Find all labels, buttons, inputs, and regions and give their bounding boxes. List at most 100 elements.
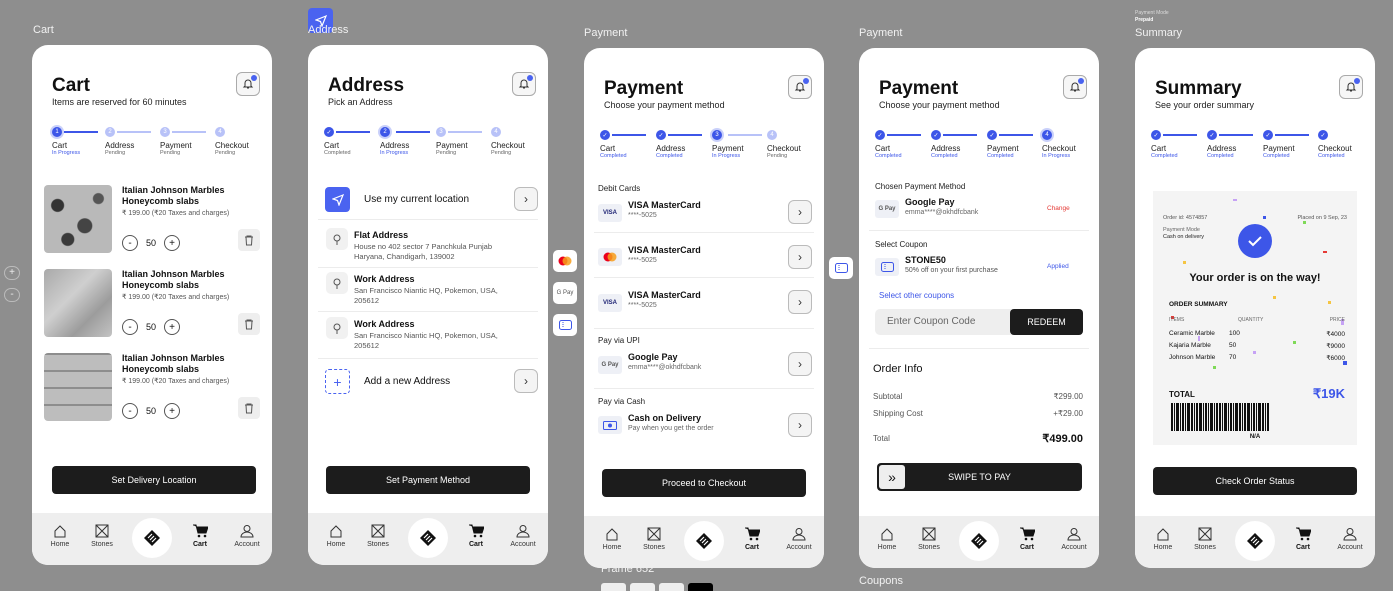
nav-account[interactable]: Account (1330, 526, 1370, 551)
card-option[interactable]: VISA MasterCard ****-5025 › (598, 245, 812, 271)
upi-option[interactable]: G Pay Google Pay emma****@okhdfcbank › (598, 352, 812, 378)
nav-home[interactable]: Home (592, 526, 632, 551)
swipe-to-pay-slider[interactable]: » SWIPE TO PAY (877, 463, 1082, 491)
method-id: emma****@okhdfcbank (905, 209, 979, 216)
notification-button[interactable] (788, 75, 812, 99)
nav-account[interactable]: Account (503, 523, 543, 548)
divider (594, 388, 814, 389)
address-item[interactable]: Work Address San Francisco Niantic HQ, P… (318, 272, 538, 308)
nav-center-logo[interactable] (684, 521, 724, 561)
bottom-nav: Home Stones Cart Account (1135, 516, 1375, 568)
chevron-right-icon[interactable]: › (788, 245, 812, 269)
step-checkout-status: In Progress (1042, 153, 1071, 159)
increase-qty-button[interactable]: + (164, 403, 181, 419)
nav-stones[interactable]: Stones (1185, 526, 1225, 551)
nav-cart[interactable]: Cart (456, 523, 496, 548)
step-connector (887, 134, 921, 136)
address-item[interactable]: Work Address San Francisco Niantic HQ, P… (318, 317, 538, 353)
progress-stepper: ✓ Cart Completed ✓ Address Completed ✓ Paymen… (1135, 130, 1375, 170)
nav-account[interactable]: Account (779, 526, 819, 551)
zoom-out-button[interactable]: - (4, 288, 20, 302)
step-connector (1275, 134, 1309, 136)
select-other-coupons-link[interactable]: Select other coupons (879, 291, 954, 300)
chevron-right-icon[interactable]: › (514, 187, 538, 211)
notification-button[interactable] (1339, 75, 1363, 99)
step-address-status: Completed (1207, 153, 1234, 159)
add-address-row[interactable]: + Add a new Address › (318, 369, 538, 395)
change-method-link[interactable]: Change (1047, 205, 1070, 212)
decrease-qty-button[interactable]: - (122, 235, 138, 251)
mastercard-component[interactable] (553, 250, 577, 272)
gpay-component[interactable]: G Pay (553, 282, 577, 304)
nav-cart[interactable]: Cart (732, 526, 772, 551)
nav-home[interactable]: Home (40, 523, 80, 548)
step-address-label: Address (380, 141, 410, 150)
nav-center-logo[interactable] (1235, 521, 1275, 561)
brand-logo-icon (971, 533, 987, 549)
address-item[interactable]: Flat Address House no 402 sector 7 Panch… (318, 228, 538, 264)
nav-cart[interactable]: Cart (1283, 526, 1323, 551)
stones-icon (371, 524, 385, 538)
cart-item: Italian Johnson Marbles Honeycomb slabs … (44, 353, 260, 423)
nav-stones[interactable]: Stones (82, 523, 122, 548)
step-payment-status: Completed (1263, 153, 1290, 159)
decrease-qty-button[interactable]: - (122, 403, 138, 419)
decrease-qty-button[interactable]: - (122, 319, 138, 335)
increase-qty-button[interactable]: + (164, 319, 181, 335)
order-summary-title: ORDER SUMMARY (1169, 301, 1228, 308)
stones-icon (647, 527, 661, 541)
chevron-right-icon[interactable]: › (788, 413, 812, 437)
cash-option[interactable]: Cash on Delivery Pay when you get the or… (598, 413, 812, 439)
step-address-status: Completed (656, 153, 683, 159)
nav-center-logo[interactable] (408, 518, 448, 558)
coupon-code-input[interactable]: Enter Coupon Code REDEEM (875, 309, 1083, 335)
nav-home[interactable]: Home (1143, 526, 1183, 551)
nav-center-logo[interactable] (959, 521, 999, 561)
step-checkout-label: Checkout (767, 144, 801, 153)
notification-button[interactable] (236, 72, 260, 96)
nav-stones[interactable]: Stones (358, 523, 398, 548)
proceed-to-checkout-button[interactable]: Proceed to Checkout (602, 469, 806, 497)
card-option[interactable]: VISA VISA MasterCard ****-5025 › (598, 290, 812, 316)
coupon-ticket-component[interactable] (553, 314, 577, 336)
check-order-status-button[interactable]: Check Order Status (1153, 467, 1357, 495)
chevron-right-icon[interactable]: › (788, 200, 812, 224)
payment-review-screen: Payment Choose your payment method ✓ Cart… (859, 48, 1099, 568)
notification-button[interactable] (512, 72, 536, 96)
coupon-ticket-component-2[interactable] (829, 257, 853, 279)
step-checkout-status: Pending (767, 153, 788, 159)
zoom-in-button[interactable]: + (4, 266, 20, 280)
chevron-right-icon[interactable]: › (788, 352, 812, 376)
nav-home[interactable]: Home (867, 526, 907, 551)
nav-account[interactable]: Account (227, 523, 267, 548)
chevron-right-icon[interactable]: › (788, 290, 812, 314)
nav-center-logo[interactable] (132, 518, 172, 558)
set-delivery-location-button[interactable]: Set Delivery Location (52, 466, 256, 494)
step-cart-status: In Progress (52, 150, 81, 156)
subtotal-label: Subtotal (873, 392, 903, 401)
nav-cart[interactable]: Cart (180, 523, 220, 548)
page-title: Payment (604, 78, 684, 99)
delete-button[interactable] (238, 313, 260, 335)
account-icon (792, 528, 806, 541)
nav-account[interactable]: Account (1054, 526, 1094, 551)
step-cart-label: Cart (1151, 144, 1167, 153)
page-title: Address (328, 75, 405, 96)
nav-stones[interactable]: Stones (909, 526, 949, 551)
step-payment-label: Payment (436, 141, 468, 150)
coupon-row[interactable]: STONE50 50% off on your first purchase A… (875, 255, 1089, 281)
notification-button[interactable] (1063, 75, 1087, 99)
chevron-right-icon[interactable]: › (514, 369, 538, 393)
use-current-location-row[interactable]: Use my current location › (318, 187, 538, 213)
delete-button[interactable] (238, 397, 260, 419)
card-option[interactable]: VISA VISA MasterCard ****-5025 › (598, 200, 812, 226)
cart-item: Italian Johnson Marbles Honeycomb slabs … (44, 269, 260, 339)
nav-home[interactable]: Home (316, 523, 356, 548)
redeem-button[interactable]: REDEEM (1010, 309, 1083, 335)
step-cart-indicator: ✓ (324, 127, 334, 137)
set-payment-method-button[interactable]: Set Payment Method (326, 466, 530, 494)
delete-button[interactable] (238, 229, 260, 251)
nav-stones[interactable]: Stones (634, 526, 674, 551)
nav-cart[interactable]: Cart (1007, 526, 1047, 551)
increase-qty-button[interactable]: + (164, 235, 181, 251)
